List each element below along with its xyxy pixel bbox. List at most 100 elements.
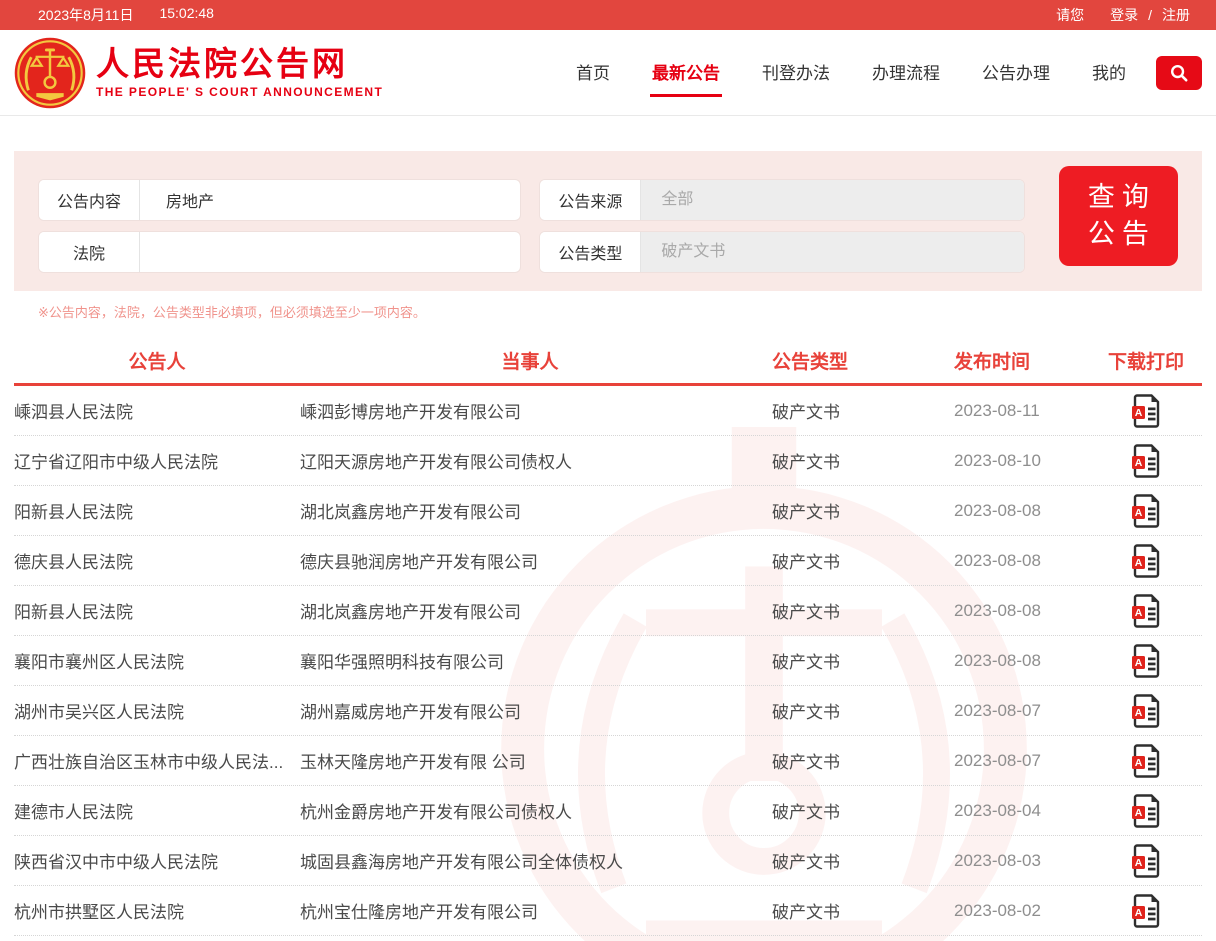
cell-download: A xyxy=(1090,394,1202,428)
cell-party: 湖州嘉威房地产开发有限公司 xyxy=(300,698,760,723)
cell-party: 玉林天隆房地产开发有限 公司 xyxy=(300,748,760,773)
cell-type: 破产文书 xyxy=(760,848,950,873)
cell-publish-date: 2023-08-04 xyxy=(950,801,1090,821)
cell-court: 辽宁省辽阳市中级人民法院 xyxy=(14,448,300,473)
col-header-party: 当事人 xyxy=(300,347,760,374)
cell-court: 襄阳市襄州区人民法院 xyxy=(14,648,300,673)
cell-party: 湖北岚鑫房地产开发有限公司 xyxy=(300,498,760,523)
cell-download: A xyxy=(1090,894,1202,928)
cell-download: A xyxy=(1090,794,1202,828)
nav-item-1[interactable]: 最新公告 xyxy=(650,49,722,97)
greeting-text: 请您 xyxy=(1056,5,1084,25)
cell-type: 破产文书 xyxy=(760,798,950,823)
svg-text:A: A xyxy=(1135,707,1143,719)
cell-publish-date: 2023-08-02 xyxy=(950,901,1090,921)
cell-party: 湖北岚鑫房地产开发有限公司 xyxy=(300,598,760,623)
cell-party: 城固县鑫海房地产开发有限公司全体债权人 xyxy=(300,848,760,873)
cell-party: 辽阳天源房地产开发有限公司债权人 xyxy=(300,448,760,473)
announcement-type-input[interactable] xyxy=(641,232,1023,272)
svg-text:A: A xyxy=(1135,857,1143,869)
court-field: 法院 xyxy=(38,231,521,273)
cell-publish-date: 2023-08-08 xyxy=(950,501,1090,521)
cell-download: A xyxy=(1090,544,1202,578)
svg-text:A: A xyxy=(1135,457,1143,469)
nav-item-5[interactable]: 我的 xyxy=(1090,49,1128,97)
cell-court: 广西壮族自治区玉林市中级人民法... xyxy=(14,748,300,773)
col-header-download-print: 下载打印 xyxy=(1090,347,1202,374)
cell-party: 襄阳华强照明科技有限公司 xyxy=(300,648,760,673)
cell-court: 杭州市拱墅区人民法院 xyxy=(14,898,300,923)
magnifier-icon xyxy=(1169,63,1189,83)
main-nav: 首页最新公告刊登办法办理流程公告办理我的 xyxy=(574,49,1128,97)
register-link[interactable]: 注册 xyxy=(1162,5,1190,25)
table-row[interactable]: 陕西省汉中市中级人民法院 城固县鑫海房地产开发有限公司全体债权人 破产文书 20… xyxy=(14,836,1202,886)
svg-text:A: A xyxy=(1135,507,1143,519)
table-row[interactable]: 杭州市拱墅区人民法院 杭州宝仕隆房地产开发有限公司 破产文书 2023-08-0… xyxy=(14,886,1202,936)
cell-type: 破产文书 xyxy=(760,448,950,473)
nav-item-4[interactable]: 公告办理 xyxy=(980,49,1052,97)
cell-type: 破产文书 xyxy=(760,398,950,423)
login-link[interactable]: 登录 xyxy=(1110,5,1138,25)
announcement-content-input[interactable] xyxy=(140,180,520,220)
pdf-file-icon[interactable]: A xyxy=(1131,894,1161,928)
announcement-source-field: 公告来源 xyxy=(539,179,1024,221)
court-label: 法院 xyxy=(39,232,140,272)
table-row[interactable]: 建德市人民法院 杭州金爵房地产开发有限公司债权人 破产文书 2023-08-04… xyxy=(14,786,1202,836)
table-row[interactable]: 广西壮族自治区玉林市中级人民法... 玉林天隆房地产开发有限 公司 破产文书 2… xyxy=(14,736,1202,786)
table-row[interactable]: 湖州市吴兴区人民法院 湖州嘉威房地产开发有限公司 破产文书 2023-08-07… xyxy=(14,686,1202,736)
table-header-row: 公告人 当事人 公告类型 发布时间 下载打印 xyxy=(14,337,1202,386)
svg-text:A: A xyxy=(1135,757,1143,769)
cell-publish-date: 2023-08-10 xyxy=(950,451,1090,471)
cell-party: 德庆县驰润房地产开发有限公司 xyxy=(300,548,760,573)
pdf-file-icon[interactable]: A xyxy=(1131,644,1161,678)
pdf-file-icon[interactable]: A xyxy=(1131,694,1161,728)
pdf-file-icon[interactable]: A xyxy=(1131,744,1161,778)
announcement-source-input[interactable] xyxy=(641,180,1023,220)
pdf-file-icon[interactable]: A xyxy=(1131,594,1161,628)
pdf-file-icon[interactable]: A xyxy=(1131,794,1161,828)
table-row[interactable]: 阳新县人民法院 湖北岚鑫房地产开发有限公司 破产文书 2023-08-08 A xyxy=(14,586,1202,636)
cell-download: A xyxy=(1090,444,1202,478)
site-header: 人民法院公告网 THE PEOPLE' S COURT ANNOUNCEMENT… xyxy=(0,30,1216,116)
table-row[interactable]: 阳新县人民法院 湖北岚鑫房地产开发有限公司 破产文书 2023-08-08 A xyxy=(14,486,1202,536)
table-row[interactable]: 嵊泗县人民法院 嵊泗彭博房地产开发有限公司 破产文书 2023-08-11 A xyxy=(14,386,1202,436)
cell-type: 破产文书 xyxy=(760,748,950,773)
announcement-type-field: 公告类型 xyxy=(539,231,1024,273)
brand-block: 人民法院公告网 THE PEOPLE' S COURT ANNOUNCEMENT xyxy=(96,46,383,99)
cell-party: 杭州金爵房地产开发有限公司债权人 xyxy=(300,798,760,823)
cell-court: 建德市人民法院 xyxy=(14,798,300,823)
current-date: 2023年8月11日 xyxy=(38,5,133,25)
table-row[interactable]: 辽宁省辽阳市中级人民法院 辽阳天源房地产开发有限公司债权人 破产文书 2023-… xyxy=(14,436,1202,486)
cell-type: 破产文书 xyxy=(760,498,950,523)
pdf-file-icon[interactable]: A xyxy=(1131,544,1161,578)
nav-search-button[interactable] xyxy=(1156,56,1202,90)
cell-download: A xyxy=(1090,694,1202,728)
cell-court: 嵊泗县人民法院 xyxy=(14,398,300,423)
pdf-file-icon[interactable]: A xyxy=(1131,394,1161,428)
col-header-type: 公告类型 xyxy=(760,347,950,374)
svg-text:A: A xyxy=(1135,407,1143,419)
announcements-table: 公告人 当事人 公告类型 发布时间 下载打印 嵊泗县人民法院 嵊泗彭博房地产开发… xyxy=(14,337,1202,936)
announcement-source-label: 公告来源 xyxy=(540,180,641,220)
cell-court: 湖州市吴兴区人民法院 xyxy=(14,698,300,723)
nav-item-2[interactable]: 刊登办法 xyxy=(760,49,832,97)
nav-item-3[interactable]: 办理流程 xyxy=(870,49,942,97)
query-button-line2: 公告 xyxy=(1088,219,1156,249)
table-row[interactable]: 德庆县人民法院 德庆县驰润房地产开发有限公司 破产文书 2023-08-08 A xyxy=(14,536,1202,586)
svg-text:A: A xyxy=(1135,807,1143,819)
pdf-file-icon[interactable]: A xyxy=(1131,444,1161,478)
query-announcements-button[interactable]: 查询公告 xyxy=(1059,166,1178,266)
cell-court: 阳新县人民法院 xyxy=(14,498,300,523)
pdf-file-icon[interactable]: A xyxy=(1131,494,1161,528)
col-header-publish-date: 发布时间 xyxy=(950,347,1090,374)
court-input[interactable] xyxy=(140,232,520,272)
col-header-announcer: 公告人 xyxy=(14,347,300,374)
nav-item-0[interactable]: 首页 xyxy=(574,49,612,97)
pdf-file-icon[interactable]: A xyxy=(1131,844,1161,878)
search-panel: 公告内容 法院 公告来源 公告类型 查询公告 xyxy=(14,151,1202,291)
table-row[interactable]: 襄阳市襄州区人民法院 襄阳华强照明科技有限公司 破产文书 2023-08-08 … xyxy=(14,636,1202,686)
cell-download: A xyxy=(1090,744,1202,778)
cell-download: A xyxy=(1090,644,1202,678)
cell-court: 阳新县人民法院 xyxy=(14,598,300,623)
cell-publish-date: 2023-08-08 xyxy=(950,551,1090,571)
